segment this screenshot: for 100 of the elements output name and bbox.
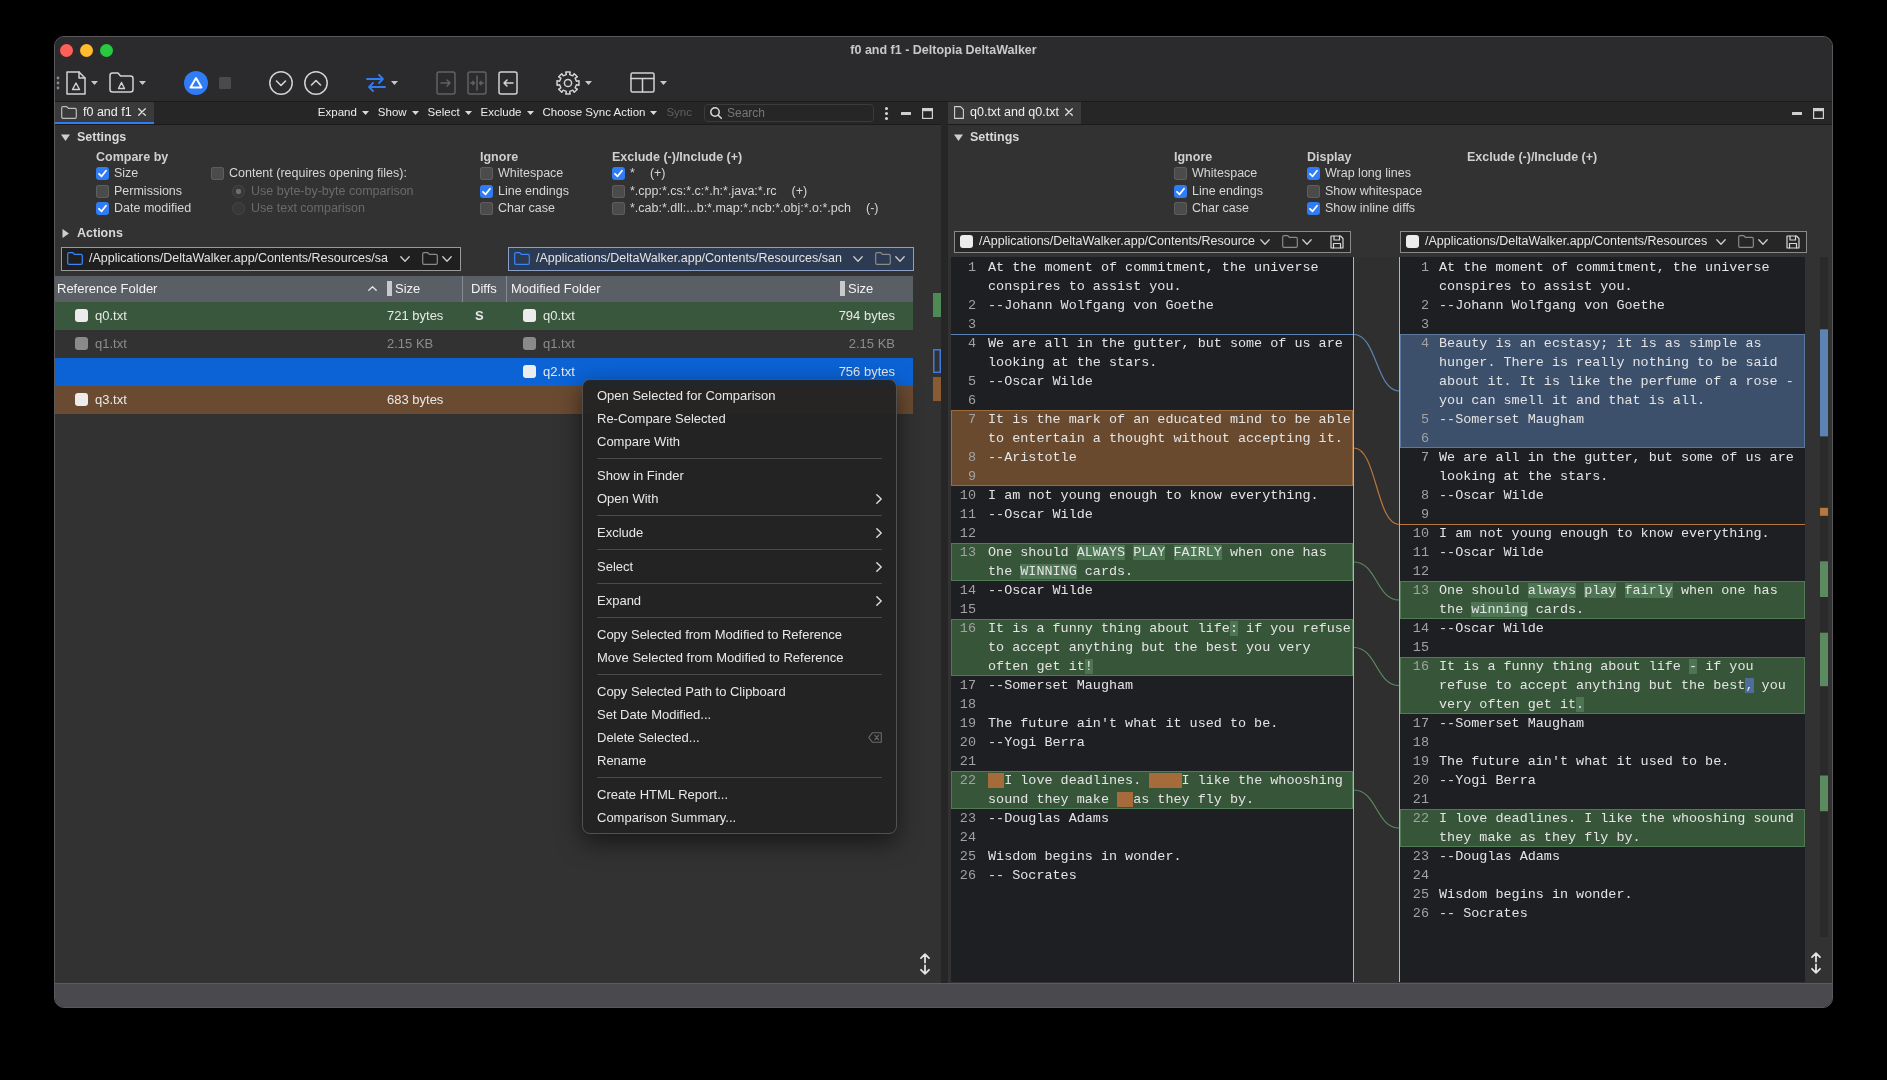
chevron-down-icon[interactable] [442, 255, 452, 262]
maximize-panel-icon[interactable] [1813, 107, 1824, 119]
document-arrow-left-icon[interactable] [498, 70, 518, 95]
chevron-down-icon[interactable] [1716, 238, 1726, 245]
menu-item[interactable]: Show in Finder [583, 464, 896, 487]
close-window-button[interactable] [60, 44, 73, 57]
checkbox[interactable] [480, 184, 493, 198]
folder-icon[interactable] [67, 252, 83, 265]
checkbox[interactable] [1307, 202, 1320, 216]
disclosure-triangle-icon[interactable] [61, 132, 70, 142]
up-down-arrows-icon[interactable] [1810, 952, 1822, 974]
menu-item[interactable]: Comparison Summary... [583, 806, 896, 829]
caret-down-icon[interactable] [411, 111, 419, 115]
caret-down-icon[interactable] [361, 111, 369, 115]
overview-ruler[interactable] [933, 292, 941, 401]
chevron-down-icon[interactable] [895, 255, 905, 262]
chevron-down-icon[interactable] [1302, 238, 1312, 245]
tab[interactable]: f0 and f1 [55, 102, 154, 124]
swap-arrows-icon[interactable] [366, 73, 386, 92]
menu-item[interactable]: Copy Selected from Modified to Reference [583, 623, 896, 646]
menu-item[interactable]: Move Selected from Modified to Reference [583, 646, 896, 669]
disclosure-triangle-icon[interactable] [954, 132, 963, 142]
chevron-down-icon[interactable] [853, 255, 863, 262]
menu-item[interactable]: Open With [583, 487, 896, 510]
more-options-icon[interactable] [885, 106, 888, 120]
caret-down-icon[interactable] [585, 80, 592, 85]
menu-button[interactable]: Show [377, 106, 419, 120]
drag-handle-icon[interactable] [56, 75, 60, 90]
checkbox[interactable] [1307, 184, 1320, 198]
menu-item[interactable]: Set Date Modified... [583, 703, 896, 726]
checkbox[interactable] [96, 202, 109, 216]
chevron-down-circle-icon[interactable] [269, 70, 293, 95]
gear-icon[interactable] [556, 70, 580, 95]
path-combobox[interactable]: /Applications/DeltaWalker.app/Contents/Resources/san [508, 246, 914, 271]
checkbox[interactable] [96, 167, 109, 181]
checkbox[interactable] [96, 184, 109, 198]
chevron-up-circle-icon[interactable] [304, 70, 328, 95]
checkbox[interactable] [612, 202, 625, 216]
path-combobox[interactable]: /Applications/DeltaWalker.app/Contents/Resources/sa [61, 246, 461, 271]
checkbox[interactable] [480, 167, 493, 181]
folder-icon[interactable] [61, 105, 77, 119]
checkbox[interactable] [480, 202, 493, 216]
up-down-arrows-icon[interactable] [919, 953, 931, 975]
path-combobox[interactable]: /Applications/DeltaWalker.app/Contents/Resources [1400, 230, 1807, 253]
document-icon[interactable] [66, 70, 86, 95]
overview-ruler[interactable] [1820, 256, 1828, 937]
resize-handle[interactable] [840, 281, 845, 296]
close-icon[interactable] [1064, 108, 1073, 116]
search-field[interactable]: Search [704, 104, 874, 122]
layout-icon[interactable] [630, 72, 655, 93]
menu-button[interactable]: Expand [317, 106, 369, 120]
minimize-panel-icon[interactable] [901, 111, 911, 115]
file-row[interactable]: q0.txt 721 bytes S q0.txt 794 bytes [55, 301, 913, 330]
chevron-down-icon[interactable] [400, 255, 410, 262]
column-header[interactable]: Size [848, 280, 874, 297]
checkbox[interactable] [1174, 167, 1187, 181]
sort-caret-icon[interactable] [368, 286, 377, 291]
folder-icon[interactable] [1282, 235, 1298, 248]
disclosure-triangle-icon[interactable] [61, 229, 70, 238]
delta-disc-icon[interactable] [184, 70, 208, 95]
menu-button[interactable]: Exclude [480, 106, 534, 120]
menu-item[interactable]: Delete Selected... [583, 726, 896, 749]
path-combobox[interactable]: /Applications/DeltaWalker.app/Contents/Resource [954, 230, 1351, 253]
menu-item[interactable]: Rename [583, 749, 896, 772]
menu-item[interactable]: Open Selected for Comparison [583, 384, 896, 407]
caret-down-icon[interactable] [660, 80, 667, 85]
checkbox[interactable] [211, 167, 224, 181]
save-icon[interactable] [1330, 234, 1344, 249]
caret-down-icon[interactable] [650, 111, 658, 115]
checkbox[interactable] [1174, 184, 1187, 198]
menu-item[interactable]: Create HTML Report... [583, 783, 896, 806]
maximize-panel-icon[interactable] [922, 107, 933, 119]
caret-down-icon[interactable] [464, 111, 472, 115]
caret-down-icon[interactable] [391, 80, 398, 85]
menu-button[interactable]: Choose Sync Action [542, 106, 658, 120]
caret-down-icon[interactable] [139, 80, 146, 85]
resize-handle[interactable] [387, 281, 392, 296]
folder-icon[interactable] [1738, 235, 1754, 248]
menu-item[interactable]: Select [583, 555, 896, 578]
chevron-down-icon[interactable] [1758, 238, 1768, 245]
caret-down-icon[interactable] [91, 80, 98, 85]
column-header[interactable]: Modified Folder [511, 280, 601, 297]
checkbox[interactable] [1307, 167, 1320, 181]
menu-item[interactable]: Expand [583, 589, 896, 612]
checkbox[interactable] [612, 184, 625, 198]
save-icon[interactable] [1786, 234, 1800, 249]
checkbox[interactable] [612, 167, 625, 181]
zoom-window-button[interactable] [100, 44, 113, 57]
chevron-down-icon[interactable] [1260, 238, 1270, 245]
column-header[interactable]: Size [395, 280, 421, 297]
checkbox[interactable] [1174, 202, 1187, 216]
file-row[interactable]: q2.txt 756 bytes [55, 357, 913, 386]
menu-item[interactable]: Compare With [583, 430, 896, 453]
menu-item[interactable]: Copy Selected Path to Clipboard [583, 680, 896, 703]
tab[interactable]: q0.txt and q0.txt [948, 102, 1081, 124]
menu-item[interactable]: Exclude [583, 521, 896, 544]
column-header[interactable]: Diffs [471, 280, 497, 297]
minimize-panel-icon[interactable] [1792, 111, 1802, 115]
folder-icon[interactable] [422, 252, 438, 265]
close-icon[interactable] [137, 108, 146, 116]
